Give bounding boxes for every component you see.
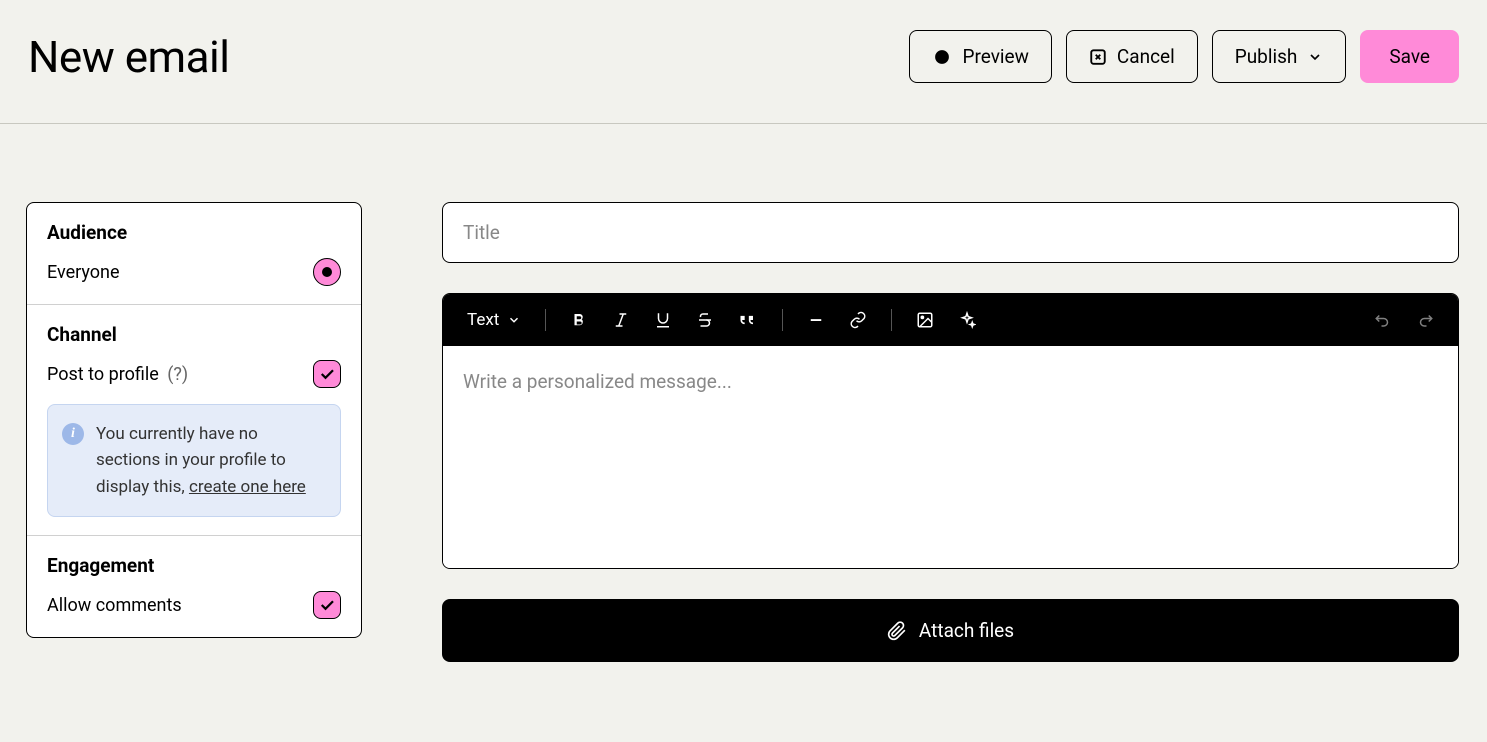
content-area: Audience Everyone Channel Post to profil…: [0, 124, 1487, 690]
help-icon[interactable]: (?): [167, 364, 188, 385]
close-icon: [1089, 48, 1107, 66]
toolbar-divider: [782, 309, 783, 331]
post-to-profile-checkbox[interactable]: [313, 360, 341, 388]
title-input[interactable]: [442, 202, 1459, 263]
info-text-wrapper: You currently have no sections in your p…: [96, 421, 326, 500]
info-icon: i: [62, 423, 84, 445]
post-to-profile-option[interactable]: Post to profile (?): [47, 360, 341, 388]
audience-section: Audience Everyone: [27, 203, 361, 305]
message-editor[interactable]: Write a personalized message...: [443, 346, 1458, 568]
channel-heading: Channel: [47, 323, 341, 346]
italic-icon: [612, 311, 630, 329]
attach-files-button[interactable]: Attach files: [442, 599, 1459, 662]
attach-label: Attach files: [919, 619, 1014, 642]
page-title: New email: [28, 31, 229, 83]
quote-button[interactable]: [734, 306, 762, 334]
engagement-heading: Engagement: [47, 554, 341, 577]
underline-button[interactable]: [650, 307, 676, 333]
text-style-label: Text: [467, 310, 499, 330]
engagement-section: Engagement Allow comments: [27, 536, 361, 637]
link-button[interactable]: [845, 307, 871, 333]
bold-button[interactable]: [566, 307, 592, 333]
check-icon: [318, 596, 336, 614]
audience-everyone-option[interactable]: Everyone: [47, 258, 341, 286]
editor-toolbar: Text: [443, 294, 1458, 346]
toolbar-divider: [891, 309, 892, 331]
publish-button[interactable]: Publish: [1212, 30, 1347, 83]
paperclip-icon: [887, 621, 907, 641]
toolbar-divider: [545, 309, 546, 331]
strikethrough-icon: [696, 311, 714, 329]
strikethrough-button[interactable]: [692, 307, 718, 333]
redo-icon: [1416, 311, 1434, 329]
editor-wrapper: Text: [442, 293, 1459, 569]
chevron-down-icon: [1307, 49, 1323, 65]
main-editor-area: Text: [442, 202, 1459, 662]
minus-icon: [807, 311, 825, 329]
info-box: i You currently have no sections in your…: [47, 404, 341, 517]
undo-icon: [1374, 311, 1392, 329]
sidebar: Audience Everyone Channel Post to profil…: [26, 202, 362, 638]
image-button[interactable]: [912, 307, 938, 333]
redo-button[interactable]: [1412, 307, 1438, 333]
horizontal-rule-button[interactable]: [803, 307, 829, 333]
cancel-label: Cancel: [1117, 45, 1175, 68]
underline-icon: [654, 311, 672, 329]
italic-button[interactable]: [608, 307, 634, 333]
bold-icon: [570, 311, 588, 329]
channel-option-label: Post to profile: [47, 364, 159, 385]
preview-label: Preview: [962, 45, 1028, 68]
preview-button[interactable]: Preview: [909, 30, 1051, 83]
quote-icon: [738, 310, 758, 330]
allow-comments-option[interactable]: Allow comments: [47, 591, 341, 619]
publish-label: Publish: [1235, 45, 1298, 68]
channel-option-wrapper: Post to profile (?): [47, 364, 188, 385]
audience-heading: Audience: [47, 221, 341, 244]
sparkle-icon: [958, 311, 976, 329]
save-label: Save: [1389, 45, 1430, 68]
radio-dot-icon: [322, 267, 332, 277]
save-button[interactable]: Save: [1360, 30, 1459, 83]
audience-option-label: Everyone: [47, 262, 120, 283]
check-icon: [318, 365, 336, 383]
create-section-link[interactable]: create one here: [189, 477, 306, 497]
allow-comments-checkbox[interactable]: [313, 591, 341, 619]
ai-button[interactable]: [954, 307, 980, 333]
image-icon: [916, 311, 934, 329]
link-icon: [849, 311, 867, 329]
chevron-down-icon: [507, 313, 521, 327]
eye-icon: [932, 47, 952, 67]
undo-button[interactable]: [1370, 307, 1396, 333]
engagement-option-label: Allow comments: [47, 595, 182, 616]
audience-radio[interactable]: [313, 258, 341, 286]
channel-section: Channel Post to profile (?) i You curren…: [27, 305, 361, 536]
cancel-button[interactable]: Cancel: [1066, 30, 1198, 83]
text-style-dropdown[interactable]: Text: [463, 306, 525, 334]
header-actions: Preview Cancel Publish Save: [909, 30, 1459, 83]
page-header: New email Preview Cancel Publish: [0, 0, 1487, 124]
